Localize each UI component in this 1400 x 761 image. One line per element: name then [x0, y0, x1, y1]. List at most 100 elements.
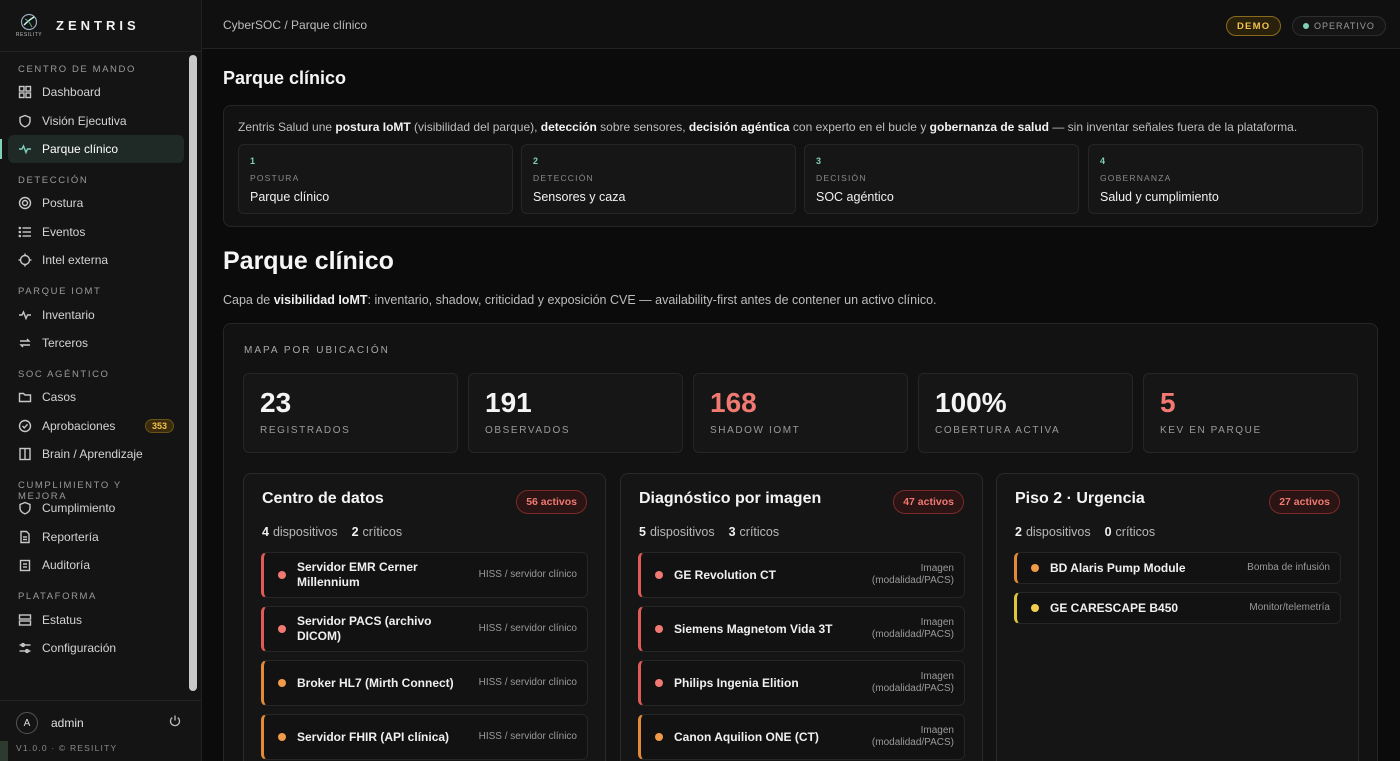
severity-dot-icon: [278, 733, 286, 741]
section-title: Parque clínico: [223, 247, 394, 275]
severity-dot-icon: [655, 625, 663, 633]
stat-value: 168: [710, 387, 757, 418]
stat-value: 23: [260, 387, 292, 418]
sidebar-item-terceros[interactable]: Terceros: [8, 329, 184, 357]
location-counts: 5 dispositivos 3 críticos: [639, 525, 779, 539]
device-row[interactable]: Canon Aquilion ONE (CT) Imagen (modalidad…: [638, 714, 965, 760]
power-icon[interactable]: [168, 714, 182, 733]
sidebar-item-configuracion[interactable]: Configuración: [8, 634, 184, 662]
sidebar-item-postura[interactable]: Postura: [8, 189, 184, 217]
severity-dot-icon: [1031, 564, 1039, 572]
text-run: con experto en el bucle y: [789, 120, 930, 134]
sidebar-item-auditoria[interactable]: Auditoría: [8, 551, 184, 579]
active-count-badge: 56 activos: [516, 490, 587, 514]
device-row[interactable]: Servidor FHIR (API clínica) HISS / servid…: [261, 714, 588, 760]
step-card[interactable]: 4 GOBERNANZA Salud y cumplimiento: [1088, 144, 1363, 214]
nav-group-title: CUMPLIMIENTO Y MEJORA: [18, 480, 122, 503]
shield-icon: [18, 501, 32, 516]
sidebar-item-dashboard[interactable]: Dashboard: [8, 78, 184, 106]
device-row[interactable]: Broker HL7 (Mirth Connect) HISS / servido…: [261, 660, 588, 706]
sidebar-item-parque-clinico[interactable]: Parque clínico: [0, 134, 184, 164]
text-run: sobre sensores,: [596, 120, 689, 134]
sidebar-item-reporteria[interactable]: Reportería: [8, 523, 184, 551]
device-name: Canon Aquilion ONE (CT): [674, 729, 819, 744]
sidebar-item-casos[interactable]: Casos: [8, 383, 184, 411]
text-run: Zentris Salud une: [238, 120, 336, 134]
step-number: 2: [533, 156, 539, 166]
device-count-label: dispositivos: [649, 525, 715, 539]
critical-count: 2: [351, 525, 359, 539]
status-badge: OPERATIVO: [1292, 16, 1386, 36]
nav-group-title: SOC AGÉNTICO: [18, 369, 110, 381]
device-row[interactable]: GE CARESCAPE B450 Monitor/telemetría: [1014, 592, 1341, 624]
step-title: Salud y cumplimiento: [1100, 190, 1219, 204]
device-name: GE CARESCAPE B450: [1050, 600, 1179, 615]
sidebar-item-eventos[interactable]: Eventos: [8, 218, 184, 246]
file-icon: [18, 530, 32, 544]
sidebar-item-aprobaciones[interactable]: Aprobaciones 353: [8, 412, 184, 440]
step-category: GOBERNANZA: [1100, 173, 1172, 183]
target-icon: [18, 196, 32, 210]
emphasis-text: decisión agéntica: [688, 120, 790, 134]
location-card[interactable]: Centro de datos 56 activos 4 dispositivos 2 c…: [243, 473, 606, 761]
location-card[interactable]: Diagnóstico por imagen 47 activos 5 disposi…: [620, 473, 983, 761]
crosshair-icon: [18, 253, 32, 267]
location-title: Piso 2 · Urgencia: [1015, 490, 1145, 507]
device-row[interactable]: Servidor EMR Cerner Millennium HISS / ser…: [261, 552, 588, 598]
device-type: HISS / servidor clínico: [478, 731, 577, 742]
device-type: Imagen (modalidad/PACS): [871, 563, 954, 586]
device-type: Imagen (modalidad/PACS): [871, 725, 954, 748]
stat-value: 100%: [935, 387, 1007, 418]
severity-dot-icon: [278, 679, 286, 687]
sidebar-item-label: Aprobaciones: [42, 418, 116, 433]
sidebar-item-vision-ejecutiva[interactable]: Visión Ejecutiva: [8, 106, 184, 134]
step-card[interactable]: 3 DECISIÓN SOC agéntico: [804, 144, 1079, 214]
severity-dot-icon: [655, 571, 663, 579]
count-badge: 353: [144, 418, 174, 433]
pulse-icon: [18, 142, 32, 156]
step-card[interactable]: 1 POSTURA Parque clínico: [238, 144, 513, 214]
avatar[interactable]: A: [16, 712, 38, 734]
step-title: SOC agéntico: [816, 190, 894, 204]
sidebar-item-brain-aprendizaje[interactable]: Brain / Aprendizaje: [8, 440, 184, 468]
sidebar-item-estatus[interactable]: Estatus: [8, 605, 184, 633]
device-row[interactable]: Siemens Magnetom Vida 3T Imagen (modalida…: [638, 606, 965, 652]
device-row[interactable]: Servidor PACS (archivo DICOM) HISS / serv…: [261, 606, 588, 652]
status-dot-icon: [1303, 23, 1309, 29]
brand[interactable]: RESILITY ZENTRIS: [0, 0, 201, 52]
sidebar-item-label: Inventario: [42, 307, 95, 322]
sidebar-item-inventario[interactable]: Inventario: [8, 300, 184, 328]
stat-value: 5: [1160, 387, 1176, 418]
device-row[interactable]: BD Alaris Pump Module Bomba de infusión: [1014, 552, 1341, 584]
desktop-edge: [0, 741, 8, 761]
emphasis-text: gobernanza de salud: [929, 120, 1050, 134]
sidebar-item-cumplimiento[interactable]: Cumplimiento: [8, 494, 184, 522]
device-name: GE Revolution CT: [674, 567, 776, 582]
device-row[interactable]: GE Revolution CT Imagen (modalidad/PACS): [638, 552, 965, 598]
sidebar-item-label: Casos: [42, 390, 77, 405]
step-card[interactable]: 2 DETECCIÓN Sensores y caza: [521, 144, 796, 214]
severity-dot-icon: [655, 733, 663, 741]
step-title: Parque clínico: [250, 190, 330, 204]
sidebar-item-label: Cumplimiento: [42, 501, 116, 516]
intro-card: Zentris Salud une postura IoMT (visibili…: [223, 105, 1378, 227]
breadcrumb[interactable]: CyberSOC / Parque clínico: [223, 18, 367, 32]
device-count-label: dispositivos: [1025, 525, 1091, 539]
device-name: Philips Ingenia Elition: [674, 675, 799, 690]
nav-group: PLATAFORMA Estatus Configuración: [8, 585, 184, 662]
sidebar-item-label: Auditoría: [42, 558, 91, 573]
sidebar-item-intel-externa[interactable]: Intel externa: [8, 246, 184, 274]
device-name: Siemens Magnetom Vida 3T: [674, 621, 833, 636]
active-count-badge: 27 activos: [1269, 490, 1340, 514]
location-map: MAPA POR UBICACIÓN 23 REGISTRADOS 191 OBSER…: [223, 323, 1378, 761]
nav-group-title: DETECCIÓN: [18, 175, 89, 187]
device-row[interactable]: Philips Ingenia Elition Imagen (modalidad…: [638, 660, 965, 706]
device-name: BD Alaris Pump Module: [1050, 560, 1186, 575]
text-run: (visibilidad del parque),: [410, 120, 541, 134]
location-title: Diagnóstico por imagen: [639, 490, 822, 507]
status-text: OPERATIVO: [1314, 21, 1375, 31]
book-icon: [18, 447, 32, 461]
sidebar-scrollbar[interactable]: [189, 55, 197, 691]
version-text: V1.0.0 · © RESILITY: [16, 743, 118, 753]
location-card[interactable]: Piso 2 · Urgencia 27 activos 2 dispositivos…: [996, 473, 1359, 761]
